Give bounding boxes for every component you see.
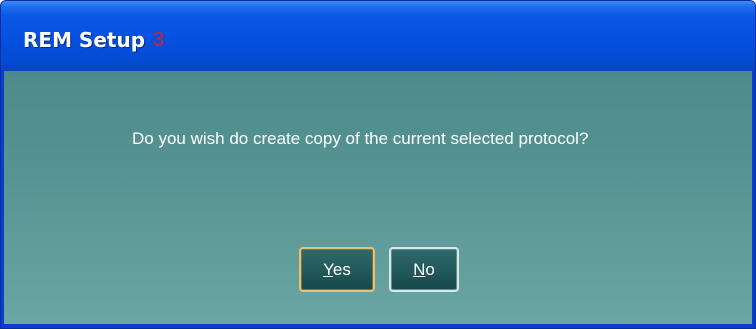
dialog-window: REM Setup 3 Do you wish do create copy of…: [0, 0, 756, 329]
dialog-message: Do you wish do create copy of the curren…: [132, 129, 589, 148]
no-mnemonic: N: [413, 259, 426, 279]
no-button[interactable]: No: [389, 247, 459, 292]
yes-button[interactable]: Yes: [299, 247, 375, 292]
title-bar[interactable]: REM Setup 3: [1, 1, 755, 71]
window-title: REM Setup: [23, 28, 146, 52]
dialog-body: Do you wish do create copy of the curren…: [4, 71, 752, 324]
yes-button-label: Yes: [323, 260, 351, 280]
yes-label-rest: es: [332, 259, 351, 279]
no-button-label: No: [413, 260, 435, 280]
title-number: 3: [153, 28, 165, 51]
no-label-rest: o: [425, 259, 435, 279]
yes-mnemonic: Y: [323, 259, 333, 279]
